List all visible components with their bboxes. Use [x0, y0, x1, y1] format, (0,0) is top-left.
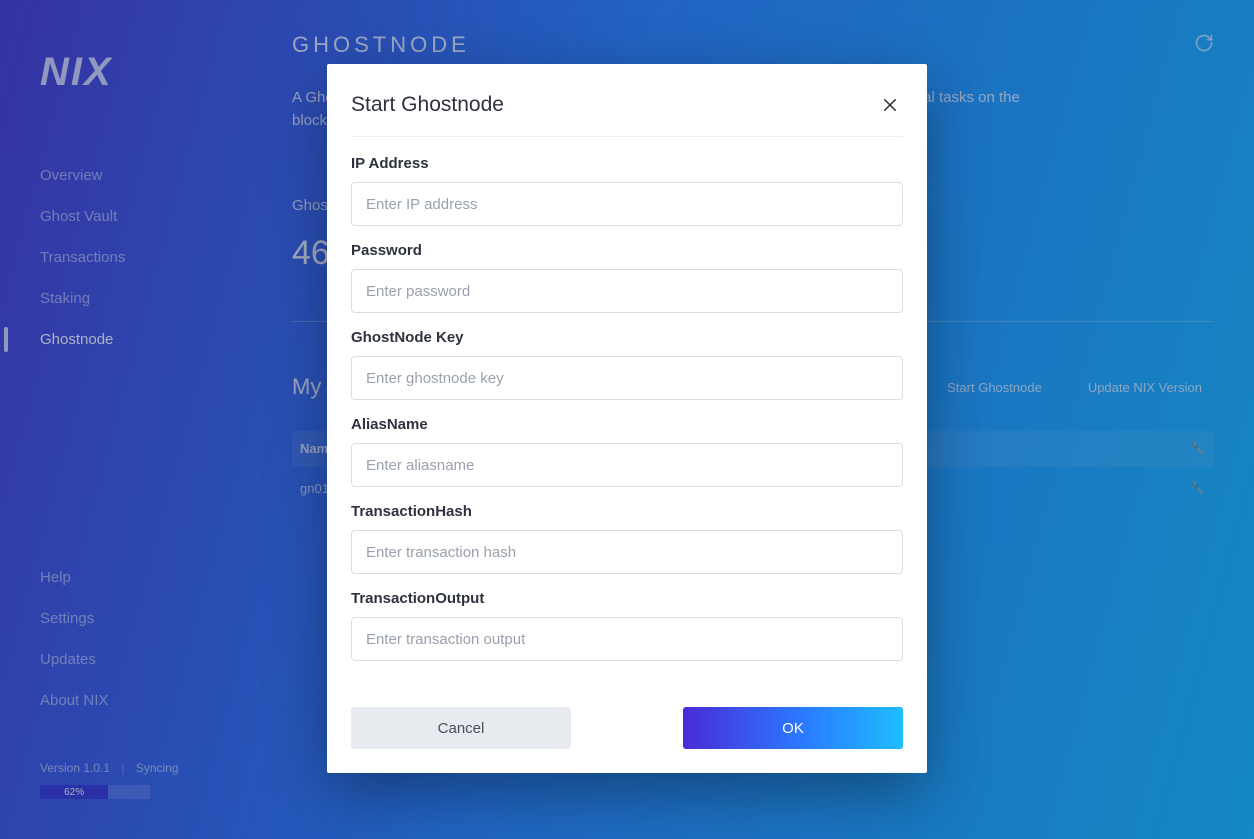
field-ghostnode-key: GhostNode Key	[351, 329, 903, 400]
input-ip[interactable]	[351, 182, 903, 226]
label-password: Password	[351, 242, 903, 259]
modal-title: Start Ghostnode	[351, 93, 504, 117]
field-password: Password	[351, 242, 903, 313]
label-ip: IP Address	[351, 155, 903, 172]
start-ghostnode-modal: Start Ghostnode IP Address Password Ghos…	[327, 64, 927, 773]
cancel-button[interactable]: Cancel	[351, 707, 571, 749]
modal-actions: Cancel OK	[351, 707, 903, 749]
label-ghostnode-key: GhostNode Key	[351, 329, 903, 346]
close-icon[interactable]	[877, 92, 903, 118]
input-password[interactable]	[351, 269, 903, 313]
input-txhash[interactable]	[351, 530, 903, 574]
label-alias: AliasName	[351, 416, 903, 433]
field-alias: AliasName	[351, 416, 903, 487]
modal-header: Start Ghostnode	[351, 92, 903, 137]
label-txhash: TransactionHash	[351, 503, 903, 520]
ok-button[interactable]: OK	[683, 707, 903, 749]
label-txout: TransactionOutput	[351, 590, 903, 607]
field-txout: TransactionOutput	[351, 590, 903, 661]
input-alias[interactable]	[351, 443, 903, 487]
field-txhash: TransactionHash	[351, 503, 903, 574]
input-ghostnode-key[interactable]	[351, 356, 903, 400]
field-ip: IP Address	[351, 155, 903, 226]
input-txout[interactable]	[351, 617, 903, 661]
